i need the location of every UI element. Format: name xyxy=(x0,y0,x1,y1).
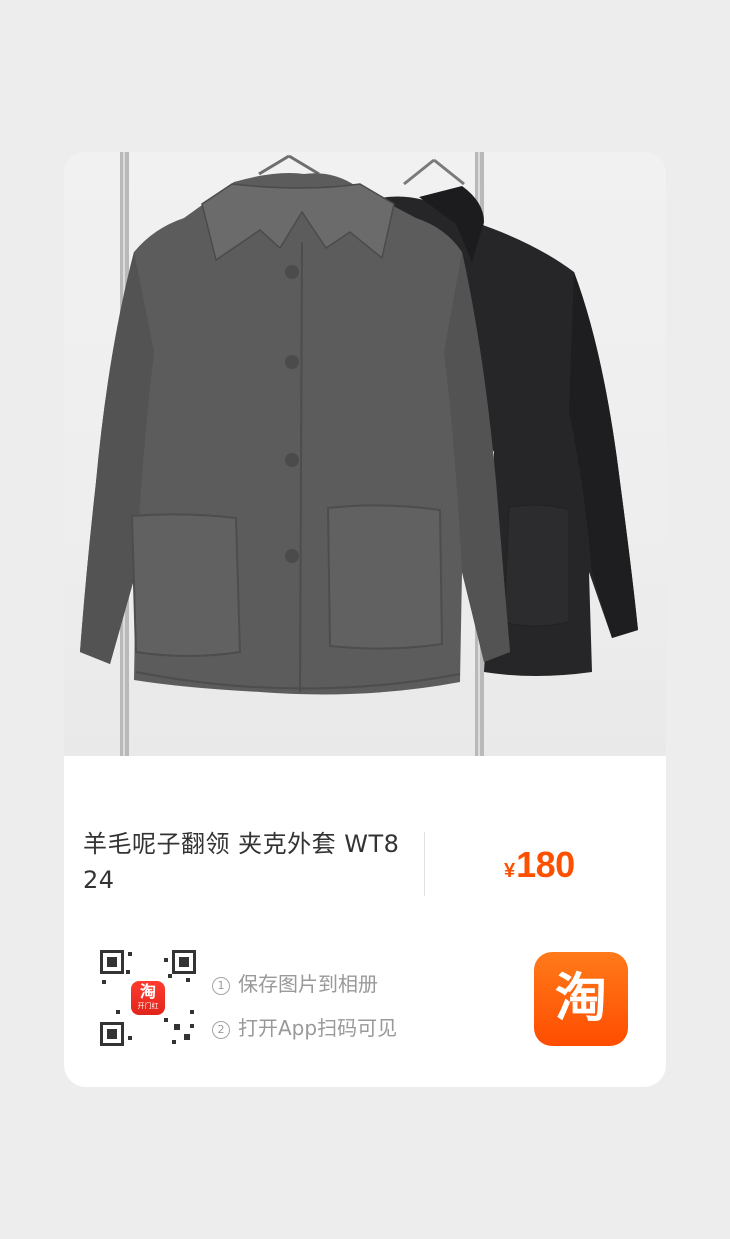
qr-logo-main: 淘 xyxy=(139,982,156,1001)
price-currency: ¥ xyxy=(504,860,516,882)
step-text: 打开App扫码可见 xyxy=(238,1016,398,1040)
qr-logo-sub: 开门红 xyxy=(137,1002,159,1010)
step-number: 2 xyxy=(212,1021,230,1039)
share-card: 羊毛呢子翻领 夹克外套 WT824 ¥180 淘 开门红 1 保存图片到相册 2… xyxy=(64,152,666,1087)
app-logo-icon: 淘 开门红 xyxy=(131,981,165,1015)
step-save-image: 1 保存图片到相册 xyxy=(212,968,378,997)
product-photo-illustration xyxy=(80,152,638,756)
step-number: 1 xyxy=(212,977,230,995)
step-open-app: 2 打开App扫码可见 xyxy=(212,1012,397,1041)
step-text: 保存图片到相册 xyxy=(238,972,378,996)
product-image[interactable] xyxy=(64,152,666,756)
product-price: ¥180 xyxy=(504,844,575,886)
product-info: 羊毛呢子翻领 夹克外套 WT824 ¥180 淘 开门红 1 保存图片到相册 2… xyxy=(64,756,666,1087)
taobao-app-button[interactable]: 淘 xyxy=(534,952,628,1046)
divider xyxy=(424,832,425,896)
product-title: 羊毛呢子翻领 夹克外套 WT824 xyxy=(83,830,400,894)
qr-code: 淘 开门红 xyxy=(98,948,198,1048)
price-amount: 180 xyxy=(516,844,575,885)
